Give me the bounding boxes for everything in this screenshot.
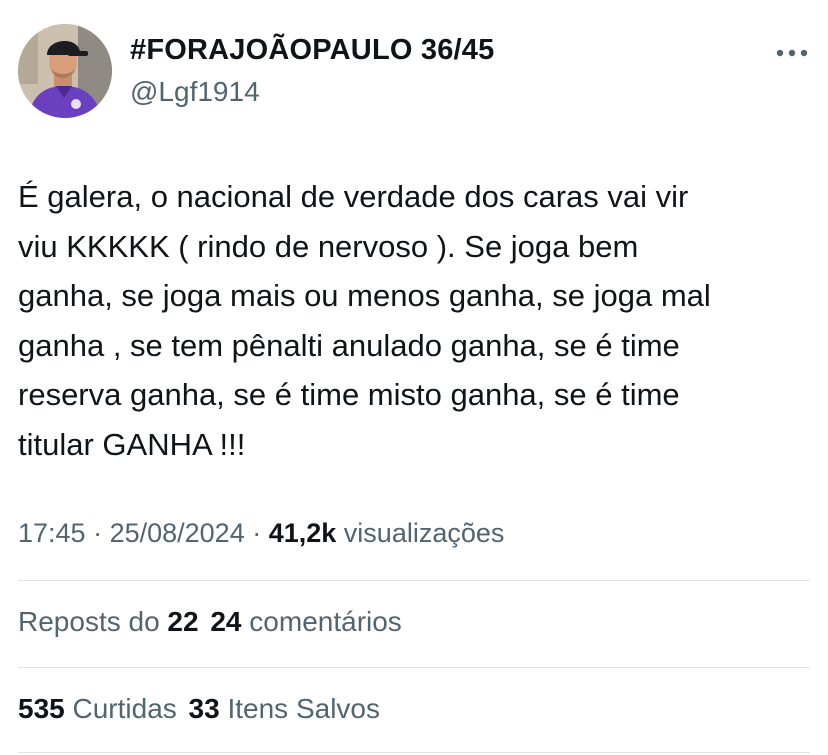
tweet-text-line: ganha , se tem pênalti anulado ganha, se… <box>18 327 680 363</box>
meta-separator: · <box>244 518 269 548</box>
views-label: visualizações <box>336 518 505 548</box>
avatar[interactable] <box>18 24 112 118</box>
more-horizontal-icon <box>776 49 808 57</box>
tweet-text-line: É galera, o nacional de verdade dos cara… <box>18 179 689 214</box>
likes-stat[interactable]: 535 Curtidas <box>18 693 177 724</box>
saves-label: Itens Salvos <box>219 693 381 724</box>
tweet-text-line: reserva ganha, se é time misto ganha, se… <box>18 377 680 412</box>
reposts-stat[interactable]: Reposts do 22 <box>18 606 199 637</box>
divider <box>18 580 810 581</box>
tweet-metadata: 17:45 · 25/08/2024 · 41,2k visualizações <box>18 518 504 549</box>
engagement-row-reposts-comments: Reposts do 22 24 comentários <box>18 606 402 638</box>
comments-count: 24 <box>210 606 242 637</box>
author-display-name[interactable]: #FORAJOÃOPAULO 36/45 <box>130 34 494 67</box>
tweet-text-line: titular GANHA !!! <box>18 426 246 462</box>
saves-count: 33 <box>188 693 220 724</box>
divider <box>18 752 810 753</box>
tweet-text-line: ganha, se joga mais ou menos ganha, se j… <box>18 278 711 313</box>
reposts-label: Reposts do <box>18 606 168 637</box>
tweet-date[interactable]: 25/08/2024 <box>110 518 245 548</box>
tweet-time[interactable]: 17:45 <box>18 518 86 548</box>
likes-count: 535 <box>18 693 65 724</box>
likes-label: Curtidas <box>64 693 177 724</box>
meta-separator: · <box>85 518 110 548</box>
comments-stat[interactable]: 24 comentários <box>210 606 401 637</box>
tweet-text: É galera, o nacional de verdade dos cara… <box>18 172 818 469</box>
reposts-count: 22 <box>167 606 199 637</box>
divider <box>18 667 810 668</box>
comments-label: comentários <box>241 606 402 637</box>
tweet-detail: #FORAJOÃOPAULO 36/45 @Lgf1914 É galera, … <box>0 0 828 755</box>
engagement-row-likes-saves: 535 Curtidas 33 Itens Salvos <box>18 693 380 725</box>
author-handle[interactable]: @Lgf1914 <box>130 76 260 108</box>
saves-stat[interactable]: 33 Itens Salvos <box>189 693 380 724</box>
more-options-button[interactable] <box>770 38 814 68</box>
tweet-text-line: viu KKKKK ( rindo de nervoso ). Se joga … <box>18 228 639 264</box>
views-count: 41,2k <box>268 518 337 548</box>
avatar-photo <box>18 24 112 118</box>
